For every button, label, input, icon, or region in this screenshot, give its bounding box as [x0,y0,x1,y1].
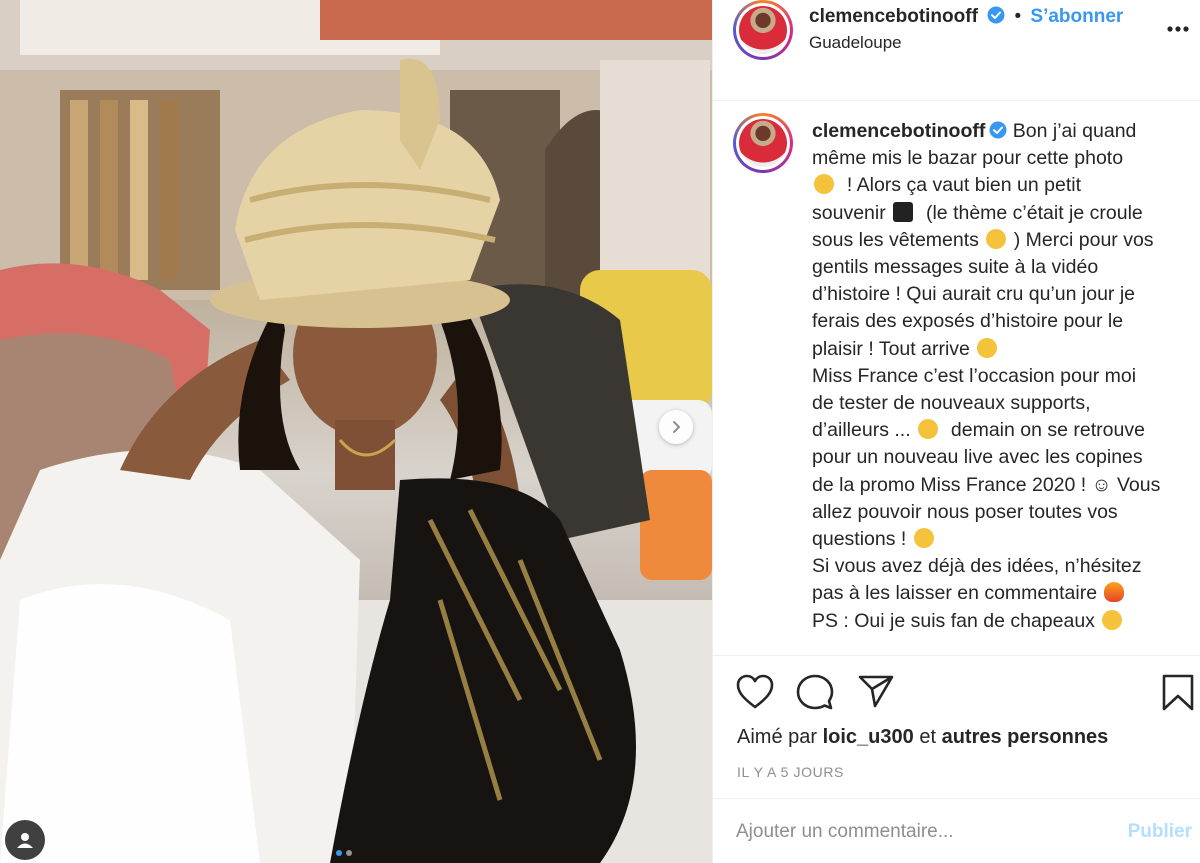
caption-line: de la promo Miss France 2020 ! ☺ Vous [812,473,1161,496]
paper-plane-icon [858,675,894,708]
header-separator: • [1014,6,1022,27]
carousel-dot-1 [336,850,342,856]
zany-face-emoji-icon [977,337,998,358]
rofl-emoji-icon [986,228,1007,249]
tagged-users-button[interactable] [5,820,45,860]
save-button[interactable] [1162,674,1194,717]
comment-bar: Publier [712,798,1200,863]
post-location[interactable]: Guadeloupe [809,33,902,53]
other-likers-link[interactable]: autres personnes [942,726,1109,748]
verified-badge-icon [989,121,1007,139]
heart-icon [736,674,774,709]
comment-input[interactable] [736,821,1096,843]
caption-line: même mis le bazar pour cette photo [812,147,1124,170]
caption-line: demain on se retrouve [950,419,1145,442]
caption-line: Miss France c’est l’occasion pour moi [812,364,1137,387]
liked-by-user-link[interactable]: loic_u300 [823,726,914,748]
caption-line: Si vous avez déjà des idées, n’hésitez [812,555,1142,578]
caption-line: de tester de nouveaux supports, [812,392,1091,415]
carousel-indicator [336,850,352,856]
bookmark-icon [1162,674,1194,711]
share-button[interactable] [858,674,894,713]
carousel-dot-2 [346,850,352,856]
publish-button[interactable]: Publier [1128,821,1192,843]
likes-and: et [919,726,937,748]
hush-face-emoji-icon [913,528,934,549]
likes-prefix: Aimé par [737,726,818,748]
top-hat-emoji-icon [893,201,914,222]
caption-line: pas à les laisser en commentaire [812,582,1098,605]
fire-emoji-icon [1104,582,1125,603]
post-actions: Aimé par loic_u300 et autres personnes I… [712,655,1200,863]
caption-line: ferais des exposés d’histoire pour le [812,310,1124,333]
speech-bubble-icon [796,674,834,710]
likes-summary: Aimé par loic_u300 et autres personnes [737,726,1108,749]
caption-text: Bon j’ai quand [1012,120,1137,142]
caption-line: pour un nouveau live avec les copines [812,446,1143,469]
caption-author-avatar[interactable] [733,113,793,173]
caption-line: gentils messages suite à la vidéo [812,256,1099,279]
more-options-button[interactable] [1164,17,1192,41]
post-timestamp[interactable]: IL Y A 5 JOURS [737,764,844,780]
follow-button[interactable]: S’abonner [1030,6,1123,27]
caption-line: allez pouvoir nous poser toutes vos [812,500,1118,523]
heart-eyes-emoji-icon [918,419,939,440]
grin-emoji-icon [1102,609,1123,630]
chevron-right-icon [673,421,680,433]
sweat-smile-emoji-icon [814,174,834,195]
caption-line: sous les vêtements [812,228,979,251]
author-avatar[interactable] [733,0,793,60]
photo-scene [0,0,712,863]
post-photo[interactable] [0,0,712,863]
comment-button[interactable] [796,674,834,715]
caption-line: d’ailleurs ... [812,419,911,442]
next-slide-button[interactable] [659,410,693,444]
caption-line: (le thème c’était je croule [925,201,1143,224]
caption-line: souvenir [812,201,886,224]
caption-line: d’histoire ! Qui aurait cru qu’un jour j… [812,283,1135,306]
caption-line: ) Merci pour vos [1013,228,1154,251]
post-header: clemencebotinooff • S’abonner Guadeloupe [713,0,1200,100]
like-button[interactable] [736,674,774,715]
caption-line: ! Alors ça vaut bien un petit [846,174,1081,197]
caption-line: plaisir ! Tout arrive [812,337,970,360]
verified-badge-icon [987,6,1005,24]
caption-line: questions ! [812,528,907,551]
author-username[interactable]: clemencebotinooff [809,6,978,27]
ellipsis-icon [1167,26,1189,32]
user-tag-icon [17,833,33,848]
post-caption: clemencebotinooff Bon j’ai quand même mi… [812,118,1192,652]
caption-username[interactable]: clemencebotinooff [812,120,985,142]
caption-line: PS : Oui je suis fan de chapeaux [812,609,1095,632]
